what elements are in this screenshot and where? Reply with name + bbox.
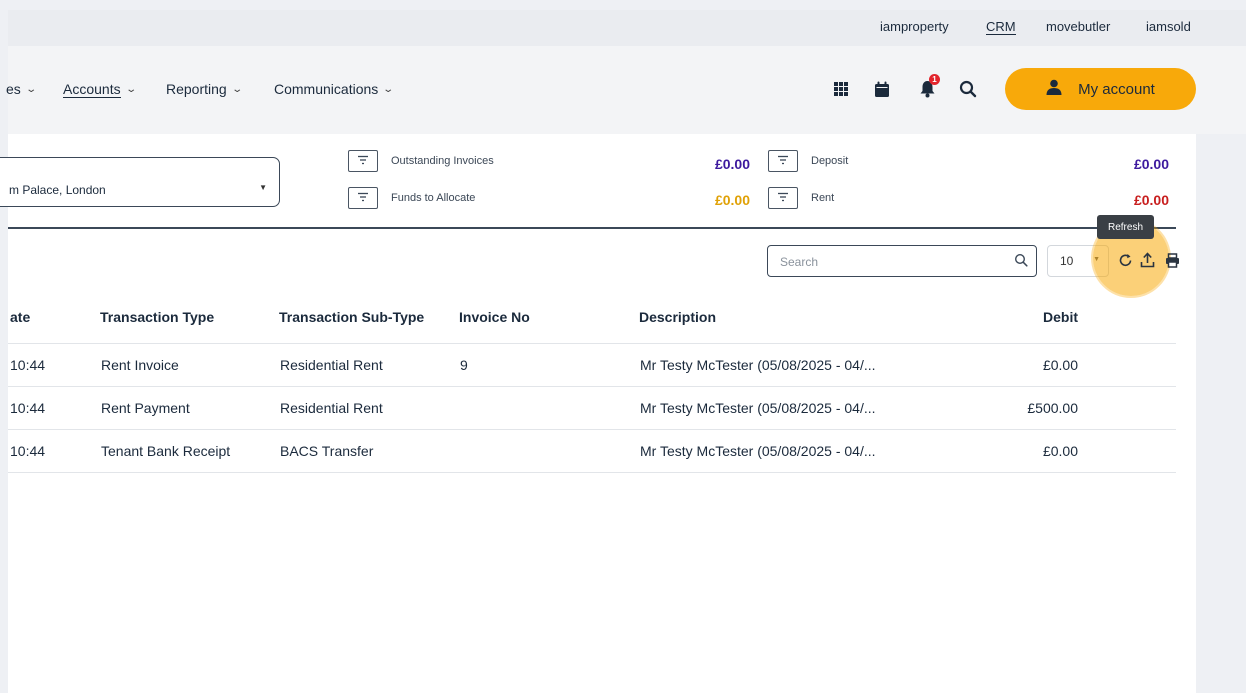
nav-item-communications[interactable]: Communications ⌄ bbox=[274, 81, 395, 97]
cell-description: Mr Testy McTester (05/08/2025 - 04/... bbox=[640, 443, 876, 459]
nav-item-label: Reporting bbox=[166, 81, 227, 97]
filter-button[interactable] bbox=[768, 187, 798, 209]
calendar-icon[interactable] bbox=[871, 78, 893, 100]
section-divider bbox=[8, 227, 1176, 229]
bell-icon[interactable]: 1 bbox=[916, 74, 940, 100]
column-header-description[interactable]: Description bbox=[639, 309, 716, 325]
cell-type: Rent Invoice bbox=[101, 357, 179, 373]
filter-icon bbox=[357, 189, 369, 207]
column-header-transaction-subtype[interactable]: Transaction Sub-Type bbox=[279, 309, 424, 325]
column-header-debit[interactable]: Debit bbox=[1043, 309, 1078, 325]
cell-subtype: Residential Rent bbox=[280, 400, 383, 416]
cell-debit: £0.00 bbox=[1042, 443, 1078, 459]
user-icon bbox=[1046, 79, 1062, 99]
nav-item-label: Communications bbox=[274, 81, 379, 97]
summary-value: £0.00 bbox=[1133, 192, 1169, 208]
cell-debit: £0.00 bbox=[1042, 357, 1078, 373]
column-header-invoice-no[interactable]: Invoice No bbox=[459, 309, 530, 325]
chevron-down-icon: ⌄ bbox=[25, 83, 37, 95]
link-iamproperty[interactable]: iamproperty bbox=[880, 19, 949, 34]
search-icon[interactable] bbox=[1014, 253, 1028, 272]
table-row[interactable]: 10:44 Rent Payment Residential Rent Mr T… bbox=[8, 386, 1176, 430]
cell-description: Mr Testy McTester (05/08/2025 - 04/... bbox=[640, 400, 876, 416]
summary-rent: Rent bbox=[768, 187, 834, 209]
print-icon[interactable] bbox=[1163, 250, 1181, 270]
caret-down-icon: ▼ bbox=[259, 183, 267, 192]
cell-subtype: Residential Rent bbox=[280, 357, 383, 373]
chevron-down-icon: ⌄ bbox=[382, 83, 395, 95]
nav-item-label: Accounts bbox=[63, 81, 121, 98]
summary-deposit: Deposit bbox=[768, 150, 848, 172]
filter-button[interactable] bbox=[348, 187, 378, 209]
filter-button[interactable] bbox=[768, 150, 798, 172]
column-header-date[interactable]: ate bbox=[10, 309, 30, 325]
summary-value: £0.00 bbox=[1133, 156, 1169, 172]
summary-funds-to-allocate: Funds to Allocate bbox=[348, 187, 475, 209]
link-crm[interactable]: CRM bbox=[986, 19, 1016, 35]
summary-label: Rent bbox=[811, 192, 835, 204]
cell-date: 10:44 bbox=[10, 400, 46, 416]
nav-item-accounts[interactable]: Accounts ⌄ bbox=[63, 81, 137, 98]
search-input[interactable] bbox=[778, 252, 1002, 272]
filter-icon bbox=[777, 152, 789, 170]
cell-subtype: BACS Transfer bbox=[280, 443, 374, 459]
property-select[interactable]: m Palace, London ▼ bbox=[0, 157, 280, 207]
nav-item-reporting[interactable]: Reporting ⌄ bbox=[166, 81, 243, 97]
cell-description: Mr Testy McTester (05/08/2025 - 04/... bbox=[640, 357, 876, 373]
summary-label: Funds to Allocate bbox=[391, 192, 476, 204]
my-account-button[interactable]: My account bbox=[1005, 68, 1196, 110]
link-movebutler[interactable]: movebutler bbox=[1046, 19, 1110, 34]
table-row[interactable]: 10:44 Rent Invoice Residential Rent 9 Mr… bbox=[8, 343, 1176, 387]
table-header: ate Transaction Type Transaction Sub-Typ… bbox=[8, 309, 1176, 343]
cell-type: Tenant Bank Receipt bbox=[101, 443, 231, 459]
my-account-label: My account bbox=[1078, 80, 1155, 98]
cell-debit: £500.00 bbox=[1027, 400, 1078, 416]
filter-icon bbox=[357, 152, 369, 170]
table-row[interactable]: 10:44 Tenant Bank Receipt BACS Transfer … bbox=[8, 429, 1176, 473]
filter-icon bbox=[777, 189, 789, 207]
refresh-tooltip: Refresh bbox=[1097, 215, 1154, 239]
cell-invoice: 9 bbox=[460, 357, 468, 373]
column-header-transaction-type[interactable]: Transaction Type bbox=[100, 309, 214, 325]
table-bottom-border bbox=[8, 472, 1176, 473]
notification-badge: 1 bbox=[929, 74, 940, 85]
cell-date: 10:44 bbox=[10, 357, 46, 373]
filter-button[interactable] bbox=[348, 150, 378, 172]
search-icon[interactable] bbox=[957, 78, 979, 100]
nav-item-partial[interactable]: es ⌄ bbox=[6, 81, 37, 97]
cell-type: Rent Payment bbox=[101, 400, 190, 416]
refresh-icon[interactable] bbox=[1116, 250, 1134, 270]
export-icon[interactable] bbox=[1138, 250, 1156, 270]
search-field[interactable] bbox=[767, 245, 1037, 277]
cell-date: 10:44 bbox=[10, 443, 46, 459]
main-nav: es ⌄ Accounts ⌄ Reporting ⌄ Communicatio… bbox=[6, 46, 1246, 134]
utility-bar: iamproperty CRM movebutler iamsold bbox=[8, 10, 1246, 46]
link-iamsold[interactable]: iamsold bbox=[1146, 19, 1191, 34]
page-size-value: 10 bbox=[1060, 254, 1074, 268]
summary-value: £0.00 bbox=[714, 156, 750, 172]
apps-grid-icon[interactable] bbox=[830, 78, 852, 100]
summary-label: Outstanding Invoices bbox=[391, 155, 494, 167]
summary-value: £0.00 bbox=[714, 192, 750, 208]
transactions-card: m Palace, London ▼ Outstanding Invoices … bbox=[0, 134, 1196, 693]
summary-label: Deposit bbox=[811, 155, 849, 167]
nav-item-label: es bbox=[6, 81, 21, 97]
summary-outstanding-invoices: Outstanding Invoices bbox=[348, 150, 494, 172]
chevron-down-icon: ⌄ bbox=[124, 84, 137, 95]
chevron-down-icon: ⌄ bbox=[231, 83, 243, 95]
property-select-value: m Palace, London bbox=[9, 183, 106, 197]
